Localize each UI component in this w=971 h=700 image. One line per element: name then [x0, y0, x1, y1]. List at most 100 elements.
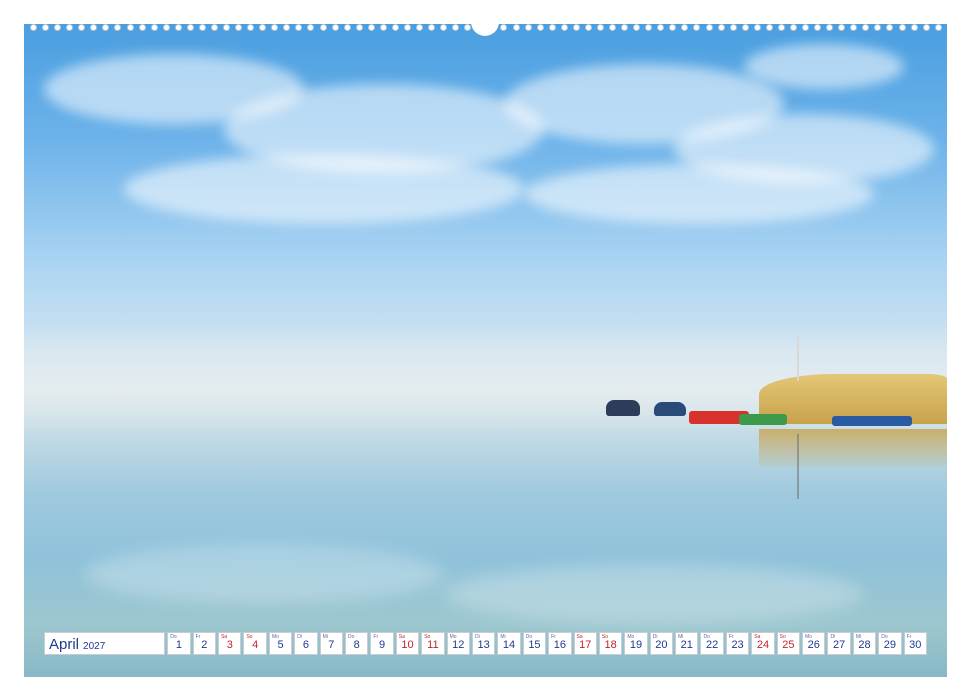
binding-hole — [403, 24, 411, 31]
green-boat — [739, 414, 787, 425]
boat — [606, 400, 640, 416]
binding-hole — [235, 24, 243, 31]
binding-hole — [572, 24, 580, 31]
day-cell: Sa 3 — [218, 632, 242, 655]
binding-hole — [391, 24, 399, 31]
binding-hole — [548, 24, 556, 31]
day-cell: Di 13 — [471, 632, 496, 655]
day-cell: Mo 5 — [268, 632, 293, 655]
day-cell: Mo 12 — [446, 632, 470, 655]
month-name: April — [49, 636, 80, 653]
day-cell: Do 22 — [700, 632, 724, 655]
binding-hole — [114, 24, 122, 31]
day-number: 10 — [401, 639, 414, 651]
day-cell: Mi 7 — [319, 632, 344, 655]
binding-hole — [621, 24, 629, 31]
binding-hole — [802, 24, 809, 31]
day-number: 12 — [452, 639, 465, 651]
binding-hole — [54, 24, 62, 31]
binding-hole — [536, 24, 544, 31]
day-cell: Sa 10 — [395, 632, 420, 655]
binding-hole — [331, 24, 339, 31]
cloud — [524, 164, 874, 224]
month-label: April 2027 — [44, 632, 166, 655]
cloud — [124, 154, 524, 224]
binding-hole — [910, 24, 918, 31]
binding-hole — [874, 24, 882, 31]
binding-hole — [657, 24, 665, 31]
day-number: 26 — [807, 639, 820, 651]
binding-hole — [524, 24, 532, 31]
binding-hole — [126, 24, 134, 31]
binding-hole — [741, 24, 749, 31]
day-cell: Di 27 — [827, 632, 851, 655]
binding-hole — [669, 24, 677, 31]
binding-hole — [367, 24, 375, 31]
day-number: 16 — [553, 639, 566, 651]
binding-hole — [210, 24, 218, 31]
day-cell: So 18 — [598, 632, 623, 655]
lake-photo — [24, 24, 947, 677]
day-cell: Mi 14 — [497, 632, 521, 655]
day-cell: Fr 30 — [903, 632, 927, 655]
day-cell: So 11 — [421, 632, 445, 655]
day-number: 11 — [427, 639, 439, 651]
day-cell: Mi 28 — [852, 632, 877, 655]
day-number: 4 — [252, 639, 259, 651]
binding-hole — [162, 24, 170, 31]
binding-hole — [633, 24, 641, 31]
day-number: 25 — [782, 639, 795, 651]
binding-hole — [500, 24, 508, 31]
day-cell: Fr 16 — [548, 632, 572, 655]
binding-hole — [789, 24, 797, 31]
day-number: 17 — [579, 639, 592, 651]
binding-hole — [66, 24, 74, 31]
day-number: 28 — [858, 639, 871, 651]
binding-hole — [886, 24, 894, 31]
water-reflection — [444, 564, 864, 624]
binding-hole — [42, 24, 50, 31]
day-cell: Sa 17 — [573, 632, 597, 655]
binding-hole — [862, 24, 870, 31]
binding-hole — [174, 24, 182, 31]
binding-hole — [717, 24, 725, 31]
binding-hole — [753, 24, 761, 31]
binding-hole — [922, 24, 930, 31]
day-cell: So 4 — [243, 632, 267, 655]
day-number: 23 — [731, 639, 744, 651]
mast-reflection — [797, 434, 799, 499]
binding-hole — [609, 24, 616, 31]
binding-hole — [102, 24, 110, 31]
binding-hole — [355, 24, 363, 31]
binding-hole — [440, 24, 448, 31]
cloud — [744, 44, 904, 89]
day-number: 3 — [226, 639, 233, 651]
binding-hole — [934, 24, 942, 31]
day-cell: Do 1 — [167, 632, 191, 655]
day-number: 18 — [604, 639, 617, 651]
binding-hole — [584, 24, 592, 31]
reeds-reflection — [759, 429, 947, 467]
mast — [797, 336, 799, 381]
year: 2027 — [83, 641, 106, 652]
binding-hole — [379, 24, 387, 31]
binding-hole — [138, 24, 146, 31]
binding-hole — [777, 24, 785, 31]
binding-hole — [343, 24, 351, 31]
binding-hole — [30, 24, 37, 31]
binding-hole — [693, 24, 701, 31]
binding-hole — [198, 24, 206, 31]
day-number: 13 — [477, 639, 490, 651]
binding-hole — [78, 24, 86, 31]
day-cell: So 25 — [776, 632, 801, 655]
day-number: 30 — [909, 639, 922, 651]
binding-hole — [307, 24, 315, 31]
binding-hole — [765, 24, 773, 31]
binding-hole — [729, 24, 737, 31]
binding-hole — [705, 24, 713, 31]
day-number: 20 — [655, 639, 668, 651]
day-number: 24 — [756, 639, 770, 651]
binding-hole — [90, 24, 98, 31]
binding-hole — [259, 24, 267, 31]
day-cell: Do 8 — [345, 632, 369, 655]
